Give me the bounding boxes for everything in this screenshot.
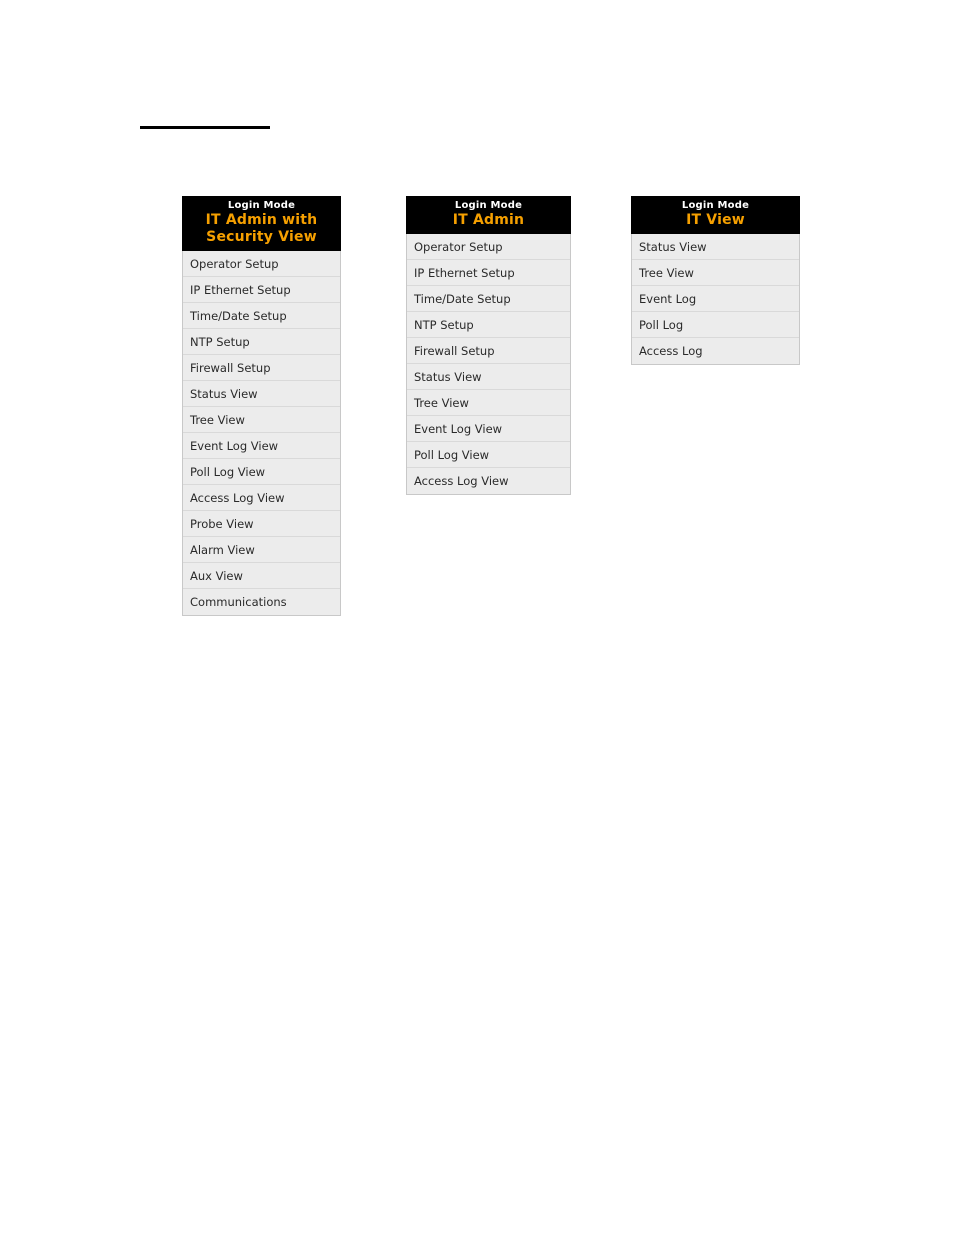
menu-item[interactable]: IP Ethernet Setup — [183, 277, 340, 303]
menu-item[interactable]: NTP Setup — [407, 312, 570, 338]
menu-item[interactable]: Firewall Setup — [183, 355, 340, 381]
menu-item-list: Status View Tree View Event Log Poll Log… — [631, 234, 800, 365]
menu-item[interactable]: Status View — [407, 364, 570, 390]
login-mode-panel-it-view: Login Mode IT View Status View Tree View… — [631, 196, 800, 365]
menu-item[interactable]: Access Log View — [183, 485, 340, 511]
login-mode-name: IT Admin with Security View — [205, 212, 318, 245]
menu-item[interactable]: Communications — [183, 589, 340, 615]
menu-item[interactable]: Probe View — [183, 511, 340, 537]
menu-header: Login Mode IT View — [631, 196, 800, 234]
menu-item[interactable]: NTP Setup — [183, 329, 340, 355]
menu-item[interactable]: IP Ethernet Setup — [407, 260, 570, 286]
login-mode-panel-it-admin-security: Login Mode IT Admin with Security View O… — [182, 196, 341, 616]
menu-item-list: Operator Setup IP Ethernet Setup Time/Da… — [182, 251, 341, 616]
login-mode-label: Login Mode — [454, 200, 523, 211]
menu-item[interactable]: Poll Log — [632, 312, 799, 338]
login-mode-panel-it-admin: Login Mode IT Admin Operator Setup IP Et… — [406, 196, 571, 495]
menu-item-list: Operator Setup IP Ethernet Setup Time/Da… — [406, 234, 571, 495]
login-mode-menu-group: Login Mode IT Admin with Security View O… — [0, 196, 954, 616]
menu-item[interactable]: Poll Log View — [183, 459, 340, 485]
login-mode-label: Login Mode — [681, 200, 750, 211]
menu-item[interactable]: Operator Setup — [407, 234, 570, 260]
menu-item[interactable]: Tree View — [632, 260, 799, 286]
menu-item[interactable]: Access Log View — [407, 468, 570, 494]
menu-item[interactable]: Status View — [632, 234, 799, 260]
menu-item[interactable]: Time/Date Setup — [407, 286, 570, 312]
section-divider-rule — [140, 126, 270, 129]
menu-item[interactable]: Aux View — [183, 563, 340, 589]
menu-header: Login Mode IT Admin — [406, 196, 571, 234]
menu-item[interactable]: Event Log View — [407, 416, 570, 442]
page-canvas: Login Mode IT Admin with Security View O… — [0, 0, 954, 1235]
menu-item[interactable]: Event Log View — [183, 433, 340, 459]
menu-item[interactable]: Tree View — [183, 407, 340, 433]
menu-item[interactable]: Access Log — [632, 338, 799, 364]
menu-item[interactable]: Tree View — [407, 390, 570, 416]
menu-item[interactable]: Event Log — [632, 286, 799, 312]
menu-item[interactable]: Status View — [183, 381, 340, 407]
menu-item[interactable]: Time/Date Setup — [183, 303, 340, 329]
menu-item[interactable]: Firewall Setup — [407, 338, 570, 364]
login-mode-label: Login Mode — [227, 200, 296, 211]
login-mode-name: IT View — [686, 212, 745, 228]
login-mode-name: IT Admin — [452, 212, 525, 228]
menu-header: Login Mode IT Admin with Security View — [182, 196, 341, 251]
menu-item[interactable]: Operator Setup — [183, 251, 340, 277]
menu-item[interactable]: Poll Log View — [407, 442, 570, 468]
menu-item[interactable]: Alarm View — [183, 537, 340, 563]
